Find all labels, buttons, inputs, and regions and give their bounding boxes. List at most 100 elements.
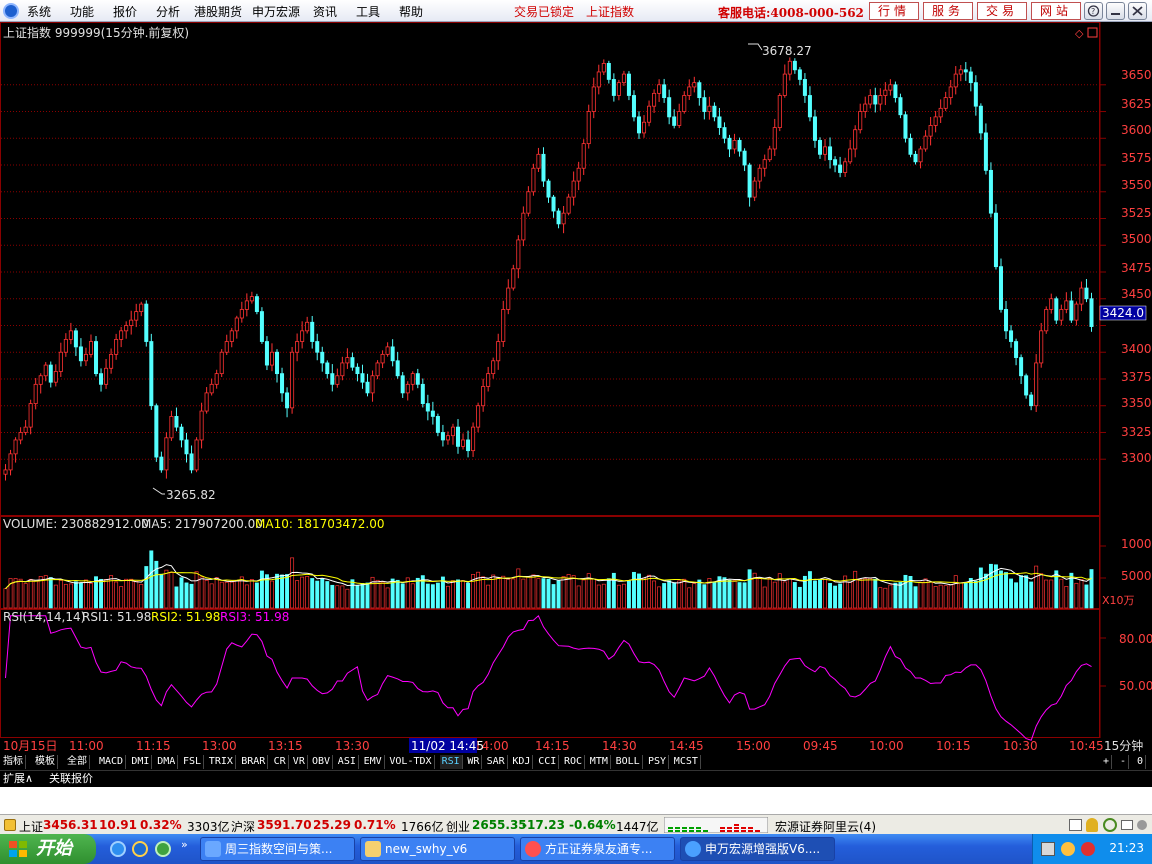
- taskbar-item[interactable]: new_swhy_v6: [360, 837, 515, 861]
- candle-body: [194, 439, 199, 471]
- candle-body: [807, 95, 812, 118]
- candle-body: [943, 97, 948, 109]
- mail-icon[interactable]: [1121, 820, 1133, 830]
- indicator-tab-dma[interactable]: DMA: [155, 755, 179, 769]
- sh-index-name[interactable]: 上证: [19, 818, 43, 835]
- candle-body: [390, 346, 395, 362]
- trade-locked-status[interactable]: 交易已锁定: [514, 3, 574, 20]
- period-label[interactable]: 15分钟: [1104, 738, 1143, 753]
- candle-body: [330, 373, 335, 385]
- zoom-out-button[interactable]: -: [1118, 755, 1130, 769]
- help-window-button[interactable]: ?: [1084, 2, 1103, 20]
- indicator-tab-boll[interactable]: BOLL: [614, 755, 643, 769]
- website-button[interactable]: 网站: [1031, 2, 1081, 20]
- taskbar-item[interactable]: 方正证券泉友通专...: [520, 837, 675, 861]
- broker-server-label[interactable]: 宏源证券阿里云(4): [775, 818, 876, 835]
- quicklaunch-more-icon[interactable]: »: [181, 838, 188, 851]
- price-tick: 3600: [1121, 123, 1152, 137]
- menu-news[interactable]: 资讯: [313, 3, 337, 20]
- menu-system[interactable]: 系统: [27, 3, 51, 20]
- indicator-tab-roc[interactable]: ROC: [562, 755, 586, 769]
- chart-maximize-icon[interactable]: [1087, 27, 1098, 38]
- indicator-tab-vr[interactable]: VR: [291, 755, 308, 769]
- browser-quicklaunch-icon[interactable]: [132, 841, 148, 857]
- indicator-tab-模板[interactable]: 模板: [33, 755, 58, 769]
- indicator-tab-fsl[interactable]: FSL: [181, 755, 205, 769]
- volume-bar: [486, 584, 491, 609]
- indicator-tab-cci[interactable]: CCI: [536, 755, 560, 769]
- taskbar-item-label: 方正证券泉友通专...: [545, 842, 653, 856]
- signal-icon[interactable]: [1103, 818, 1117, 832]
- cy-index-percent: -0.64%: [569, 818, 616, 832]
- start-button[interactable]: 开始: [0, 834, 96, 864]
- tray-icon-b[interactable]: [1061, 842, 1075, 856]
- indicator-tab-obv[interactable]: OBV: [310, 755, 334, 769]
- price-tick: 3500: [1121, 232, 1152, 246]
- lock-icon[interactable]: [4, 819, 16, 831]
- indicator-tab-asi[interactable]: ASI: [336, 755, 359, 769]
- tray-icon-c[interactable]: [1081, 842, 1095, 856]
- volume-bar: [360, 583, 365, 609]
- volume-bar: [33, 580, 38, 609]
- indicator-tab-sar[interactable]: SAR: [485, 755, 508, 769]
- close-button[interactable]: [1128, 2, 1147, 20]
- menu-help[interactable]: 帮助: [399, 3, 423, 20]
- candle-body: [717, 116, 722, 128]
- volume-bar: [48, 577, 53, 609]
- indicator-tab-emv[interactable]: EMV: [362, 755, 385, 769]
- message-icon[interactable]: [1069, 819, 1082, 831]
- indicator-tab-cr[interactable]: CR: [272, 755, 289, 769]
- minimize-button[interactable]: [1106, 2, 1125, 20]
- kline-chart-area[interactable]: 上证指数 999999(15分钟.前复权) ◇ 3678.27 3265.82 …: [0, 22, 1152, 754]
- alert-bell-icon[interactable]: [1086, 818, 1098, 832]
- quotes-button[interactable]: 行情: [869, 2, 919, 20]
- refresh-quicklaunch-icon[interactable]: [155, 841, 171, 857]
- indicator-tab-指标[interactable]: 指标: [1, 755, 26, 769]
- indicator-tab-brar[interactable]: BRAR: [239, 755, 269, 769]
- volume-bar: [581, 579, 586, 609]
- menu-swhy[interactable]: 申万宏源: [252, 3, 300, 20]
- menu-analysis[interactable]: 分析: [156, 3, 180, 20]
- candle-body: [234, 317, 239, 332]
- cy-index-name[interactable]: 创业: [446, 818, 470, 835]
- related-quotes-tab[interactable]: 关联报价: [49, 772, 93, 786]
- indicator-tab-dmi[interactable]: DMI: [129, 755, 153, 769]
- hs-index-name[interactable]: 沪深: [231, 818, 255, 835]
- taskbar-item[interactable]: 周三指数空间与策...: [200, 837, 355, 861]
- time-tick: 10:15: [936, 739, 971, 753]
- candle-body: [18, 432, 23, 441]
- menu-quote[interactable]: 报价: [113, 3, 137, 20]
- index-shortcut[interactable]: 上证指数: [586, 3, 634, 20]
- zoom-in-button[interactable]: +: [1101, 755, 1113, 769]
- clock[interactable]: 21:23: [1109, 841, 1144, 855]
- indicator-tab-psy[interactable]: PSY: [646, 755, 670, 769]
- menu-hk-futures[interactable]: 港股期货: [194, 3, 242, 20]
- trade-button[interactable]: 交易: [977, 2, 1027, 20]
- indicator-tab-wr[interactable]: WR: [465, 755, 483, 769]
- tray-icon-a[interactable]: [1041, 842, 1055, 856]
- expand-toggle[interactable]: 扩展∧: [3, 772, 33, 786]
- ie-quicklaunch-icon[interactable]: [110, 841, 126, 857]
- kline-chart-svg[interactable]: 上证指数 999999(15分钟.前复权) ◇ 3678.27 3265.82 …: [0, 22, 1152, 754]
- indicator-tab-trix[interactable]: TRIX: [207, 755, 236, 769]
- indicator-tab-rsi[interactable]: RSI: [439, 755, 463, 769]
- time-tick: 11:00: [69, 739, 104, 753]
- indicator-tab-mtm[interactable]: MTM: [588, 755, 611, 769]
- settings-icon[interactable]: [1137, 820, 1147, 830]
- indicator-tab-mcst[interactable]: MCST: [672, 755, 701, 769]
- chart-restore-icon[interactable]: ◇: [1075, 27, 1084, 40]
- candle-body: [843, 161, 848, 173]
- indicator-tab-kdj[interactable]: KDJ: [510, 755, 534, 769]
- app-logo-icon[interactable]: [3, 3, 19, 19]
- reset-button[interactable]: 0: [1135, 755, 1147, 769]
- service-button[interactable]: 服务: [923, 2, 973, 20]
- indicator-tab-vol-tdx[interactable]: VOL-TDX: [387, 755, 435, 769]
- candle-body: [1054, 298, 1059, 321]
- indicator-tab-全部[interactable]: 全部: [65, 755, 90, 769]
- menu-tools[interactable]: 工具: [356, 3, 380, 20]
- indicator-tab-macd[interactable]: MACD: [97, 755, 127, 769]
- menu-function[interactable]: 功能: [70, 3, 94, 20]
- price-tick: 3475: [1121, 261, 1152, 275]
- candle-body: [727, 137, 732, 150]
- taskbar-item-active[interactable]: 申万宏源增强版V6....: [680, 837, 835, 861]
